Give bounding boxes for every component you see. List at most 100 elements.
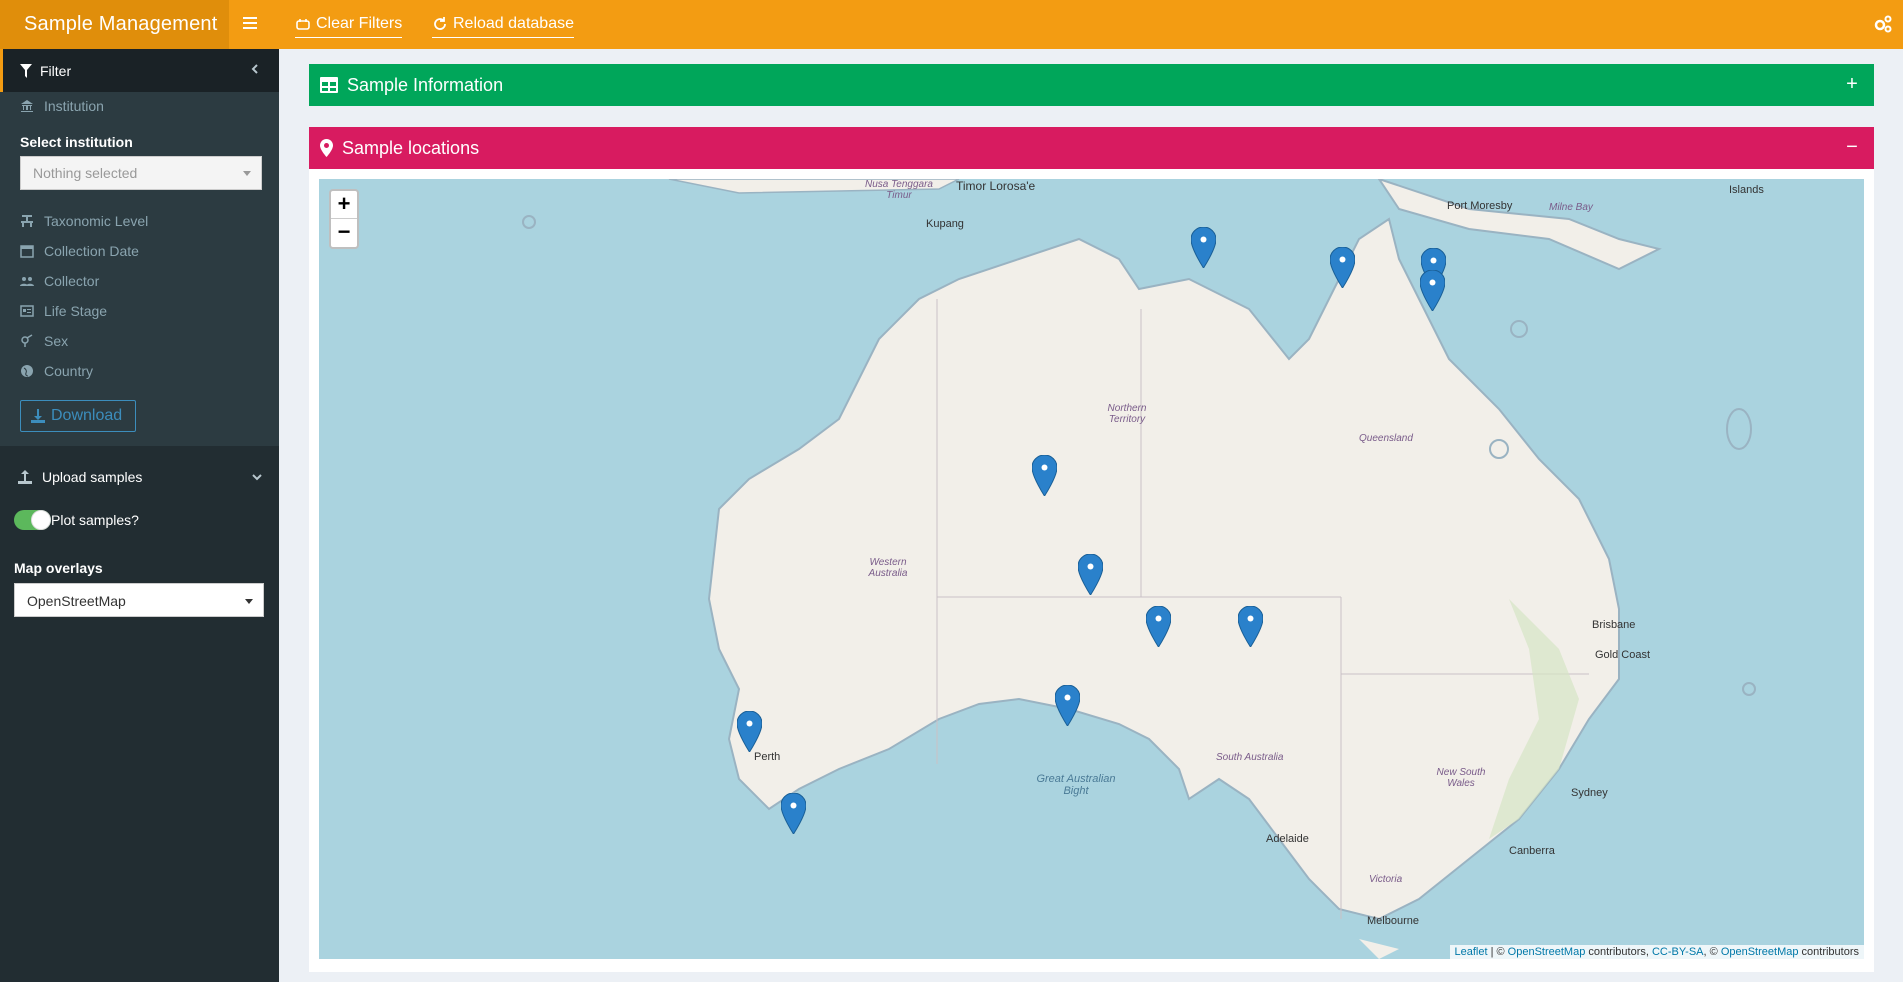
sidebar-item-taxonomic-level[interactable]: Taxonomic Level <box>0 206 279 236</box>
sample-marker[interactable] <box>1191 227 1216 268</box>
sample-marker[interactable] <box>1420 270 1445 311</box>
leaflet-link[interactable]: Leaflet <box>1455 946 1488 958</box>
map-label: Great Australian Bight <box>1036 773 1116 797</box>
sidebar-item-label: Institution <box>44 98 104 114</box>
attribution-text: contributors <box>1798 946 1859 958</box>
download-button[interactable]: Download <box>20 400 136 432</box>
map-label: Northern Territory <box>1107 403 1147 425</box>
map-overlays-select[interactable]: OpenStreetMap <box>14 583 264 617</box>
map-label: Western Australia <box>868 557 908 579</box>
map-label: Perth <box>754 751 781 763</box>
filter-title: Filter <box>40 62 72 79</box>
sidebar-item-label: Taxonomic Level <box>44 213 149 229</box>
sidebar-item-label: Life Stage <box>44 303 108 319</box>
clear-filters-button[interactable]: Clear Filters <box>295 12 403 38</box>
sample-locations-header[interactable]: Sample locations − <box>309 127 1874 169</box>
sidebar-item-country[interactable]: Country <box>0 356 279 386</box>
reload-database-label: Reload database <box>453 14 574 32</box>
map-label: Victoria <box>1369 874 1403 885</box>
users-icon <box>20 277 34 286</box>
upload-icon <box>18 470 32 484</box>
upload-samples-menu[interactable]: Upload samples <box>0 456 279 498</box>
plot-samples-toggle[interactable] <box>14 510 51 530</box>
osm-link[interactable]: OpenStreetMap <box>1508 946 1586 958</box>
filter-submenu: Institution Select institution Nothing s… <box>0 92 279 446</box>
reload-database-button[interactable]: Reload database <box>432 12 574 38</box>
zoom-control: + − <box>329 189 359 249</box>
sidebar-item-collector[interactable]: Collector <box>0 266 279 296</box>
sample-marker[interactable] <box>1032 455 1057 496</box>
institution-icon <box>21 100 33 112</box>
map-label: Islands <box>1729 184 1764 196</box>
island <box>522 215 536 229</box>
table-icon <box>320 77 338 93</box>
sample-map[interactable]: + − Nusa Tenggara Timur Timor Lorosa'e K… <box>319 179 1864 959</box>
caret-down-icon <box>245 599 253 604</box>
filter-menu-header[interactable]: Filter <box>0 49 279 92</box>
sample-marker[interactable] <box>1055 685 1080 726</box>
map-label: Port Moresby <box>1447 200 1513 212</box>
zoom-out-button[interactable]: − <box>331 219 357 247</box>
sidebar-item-life-stage[interactable]: Life Stage <box>0 296 279 326</box>
chevron-down-icon <box>252 474 262 481</box>
expand-button[interactable]: + <box>1844 74 1860 94</box>
caret-down-icon <box>243 171 251 176</box>
sample-marker[interactable] <box>1146 606 1171 647</box>
eraser-icon <box>296 18 310 30</box>
australia-landmass <box>707 217 1620 921</box>
sample-marker[interactable] <box>781 793 806 834</box>
map-label: Nusa Tenggara Timur <box>864 179 933 201</box>
map-label: Brisbane <box>1592 619 1636 631</box>
map-overlays-label: Map overlays <box>14 560 103 576</box>
attribution-text: , © <box>1703 946 1721 958</box>
sidebar-item-sex[interactable]: Sex <box>0 326 279 356</box>
sample-information-header[interactable]: Sample Information + <box>309 64 1874 106</box>
map-label: South Australia <box>1216 752 1284 763</box>
sidebar-toggle-icon[interactable] <box>240 14 260 34</box>
attribution-text: | © <box>1487 946 1508 958</box>
cc-by-sa-link[interactable]: CC-BY-SA <box>1652 946 1704 958</box>
download-label: Download <box>51 407 123 424</box>
map-label: Kupang <box>926 218 964 230</box>
sample-marker[interactable] <box>1238 606 1263 647</box>
venus-mars-icon <box>21 334 33 347</box>
coastline-south <box>1359 939 1399 959</box>
attribution-text: contributors, <box>1585 946 1652 958</box>
osm-link[interactable]: OpenStreetMap <box>1721 946 1799 958</box>
sidebar-item-institution[interactable]: Institution <box>0 92 279 120</box>
map-label: Milne Bay <box>1549 202 1593 213</box>
map-label: Melbourne <box>1367 915 1419 927</box>
map-attribution: Leaflet | © OpenStreetMap contributors , … <box>1449 945 1864 959</box>
island <box>1510 320 1528 338</box>
map-label: Adelaide <box>1266 833 1309 845</box>
top-navbar: Sample Management Clear Filters Reload d… <box>0 0 1903 49</box>
plot-samples-label: Plot samples? <box>51 512 139 528</box>
app-title: Sample Management <box>0 0 229 49</box>
map-overlays-value: OpenStreetMap <box>27 593 126 609</box>
sidebar-item-collection-date[interactable]: Collection Date <box>0 236 279 266</box>
clear-filters-label: Clear Filters <box>316 14 403 32</box>
download-icon <box>31 409 45 423</box>
collapse-button[interactable]: − <box>1844 137 1860 157</box>
sample-marker[interactable] <box>1330 247 1355 288</box>
island <box>1726 408 1752 450</box>
map-label: New South Wales <box>1436 767 1486 789</box>
filter-icon <box>20 63 32 78</box>
map-label: Canberra <box>1509 845 1555 857</box>
chevron-left-icon <box>251 64 258 74</box>
sidebar-item-label: Collection Date <box>44 243 139 259</box>
map-marker-icon <box>320 139 333 157</box>
zoom-in-button[interactable]: + <box>331 191 357 219</box>
institution-select[interactable]: Nothing selected <box>20 156 262 190</box>
island <box>1742 682 1756 696</box>
institution-select-value: Nothing selected <box>33 165 138 181</box>
sample-marker[interactable] <box>1078 554 1103 595</box>
globe-icon <box>21 365 33 377</box>
sample-marker[interactable] <box>737 711 762 752</box>
sidebar-item-label: Country <box>44 363 94 379</box>
gears-icon[interactable] <box>1873 14 1893 34</box>
refresh-icon <box>434 16 446 30</box>
plot-samples-row: Plot samples? <box>0 498 279 542</box>
sidebar-item-label: Collector <box>44 273 100 289</box>
select-institution-label: Select institution <box>20 134 133 150</box>
